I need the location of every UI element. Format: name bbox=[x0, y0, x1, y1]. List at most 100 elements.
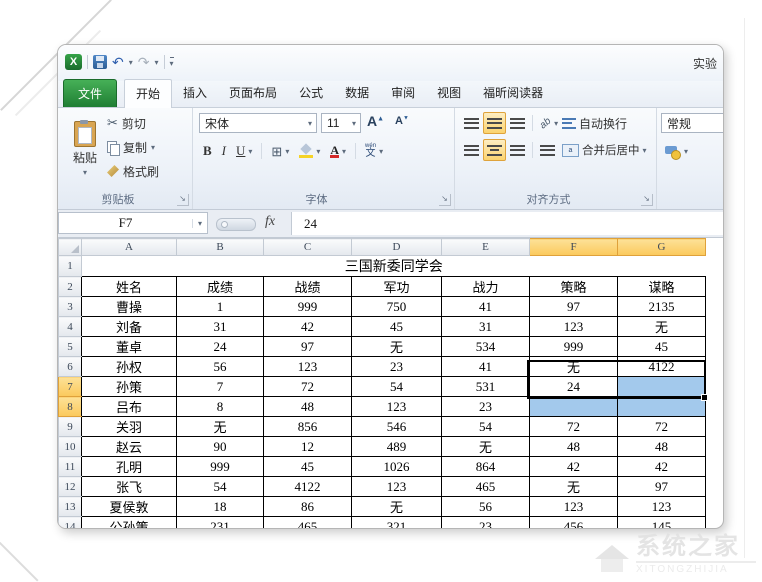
undo-dropdown-icon[interactable] bbox=[129, 58, 133, 67]
cell-D3[interactable]: 750 bbox=[352, 297, 442, 317]
column-header-G[interactable]: G bbox=[618, 239, 706, 256]
column-header-C[interactable]: C bbox=[264, 239, 352, 256]
column-header-A[interactable]: A bbox=[82, 239, 177, 256]
cell-E4[interactable]: 31 bbox=[442, 317, 530, 337]
cell-A11[interactable]: 孔明 bbox=[82, 457, 177, 477]
cell-G6[interactable]: 4122 bbox=[618, 357, 706, 377]
cell-F7[interactable]: 24 bbox=[530, 377, 618, 397]
font-color-dropdown-icon[interactable] bbox=[342, 147, 346, 156]
align-top-button[interactable] bbox=[460, 112, 483, 134]
cell-G12[interactable]: 97 bbox=[618, 477, 706, 497]
row-header-4[interactable]: 4 bbox=[59, 317, 82, 337]
cell-G7[interactable] bbox=[618, 377, 706, 397]
cell-E3[interactable]: 41 bbox=[442, 297, 530, 317]
cell-E10[interactable]: 无 bbox=[442, 437, 530, 457]
cell-B4[interactable]: 31 bbox=[177, 317, 264, 337]
italic-button[interactable]: I bbox=[218, 140, 230, 162]
column-header-F[interactable]: F bbox=[530, 239, 618, 256]
font-name-dropdown-icon[interactable] bbox=[304, 119, 316, 128]
cell-G14[interactable]: 145 bbox=[618, 517, 706, 530]
row-header-2[interactable]: 2 bbox=[59, 277, 82, 297]
cell-E8[interactable]: 23 bbox=[442, 397, 530, 417]
undo-button[interactable] bbox=[112, 56, 124, 68]
cell-F6[interactable]: 无 bbox=[530, 357, 618, 377]
cell-C10[interactable]: 12 bbox=[264, 437, 352, 457]
cell-D2[interactable]: 军功 bbox=[352, 277, 442, 297]
cell-C4[interactable]: 42 bbox=[264, 317, 352, 337]
tab-home[interactable]: 开始 bbox=[124, 79, 172, 108]
cell-A14[interactable]: 公孙策 bbox=[82, 517, 177, 530]
sheet-title-cell[interactable]: 三国新委同学会 bbox=[82, 256, 706, 277]
align-right-button[interactable] bbox=[506, 139, 529, 161]
underline-dropdown-icon[interactable] bbox=[248, 147, 252, 156]
font-color-button[interactable]: A bbox=[326, 140, 350, 162]
tab-review[interactable]: 审阅 bbox=[380, 79, 426, 107]
row-header-1[interactable]: 1 bbox=[59, 256, 82, 277]
cell-B14[interactable]: 231 bbox=[177, 517, 264, 530]
borders-button[interactable] bbox=[267, 140, 293, 162]
merge-center-button[interactable]: 合并后居中 bbox=[558, 139, 651, 161]
row-header-10[interactable]: 10 bbox=[59, 437, 82, 457]
cell-D4[interactable]: 45 bbox=[352, 317, 442, 337]
cell-B2[interactable]: 成绩 bbox=[177, 277, 264, 297]
redo-dropdown-icon[interactable] bbox=[154, 58, 158, 67]
increase-font-size-button[interactable]: A▲ bbox=[367, 113, 384, 129]
cell-D5[interactable]: 无 bbox=[352, 337, 442, 357]
cell-F11[interactable]: 42 bbox=[530, 457, 618, 477]
clipboard-dialog-launcher-icon[interactable] bbox=[177, 194, 189, 206]
row-header-9[interactable]: 9 bbox=[59, 417, 82, 437]
cell-G10[interactable]: 48 bbox=[618, 437, 706, 457]
font-dialog-launcher-icon[interactable] bbox=[439, 194, 451, 206]
cell-E2[interactable]: 战力 bbox=[442, 277, 530, 297]
cell-A2[interactable]: 姓名 bbox=[82, 277, 177, 297]
name-box-dropdown-icon[interactable] bbox=[192, 219, 207, 228]
cell-G3[interactable]: 2135 bbox=[618, 297, 706, 317]
cell-F2[interactable]: 策略 bbox=[530, 277, 618, 297]
cell-C7[interactable]: 72 bbox=[264, 377, 352, 397]
cell-C6[interactable]: 123 bbox=[264, 357, 352, 377]
cell-E6[interactable]: 41 bbox=[442, 357, 530, 377]
row-header-14[interactable]: 14 bbox=[59, 517, 82, 530]
save-button[interactable] bbox=[93, 55, 107, 69]
excel-logo-icon[interactable] bbox=[65, 54, 82, 70]
cell-B10[interactable]: 90 bbox=[177, 437, 264, 457]
cell-F3[interactable]: 97 bbox=[530, 297, 618, 317]
cell-E13[interactable]: 56 bbox=[442, 497, 530, 517]
cell-A10[interactable]: 赵云 bbox=[82, 437, 177, 457]
copy-dropdown-icon[interactable] bbox=[151, 143, 155, 152]
cell-A9[interactable]: 关羽 bbox=[82, 417, 177, 437]
cell-B5[interactable]: 24 bbox=[177, 337, 264, 357]
cell-A6[interactable]: 孙权 bbox=[82, 357, 177, 377]
cell-C8[interactable]: 48 bbox=[264, 397, 352, 417]
cell-C9[interactable]: 856 bbox=[264, 417, 352, 437]
fill-color-dropdown-icon[interactable] bbox=[316, 147, 320, 156]
row-header-12[interactable]: 12 bbox=[59, 477, 82, 497]
cell-E12[interactable]: 465 bbox=[442, 477, 530, 497]
cell-A13[interactable]: 夏侯敦 bbox=[82, 497, 177, 517]
cell-D14[interactable]: 321 bbox=[352, 517, 442, 530]
cell-C13[interactable]: 86 bbox=[264, 497, 352, 517]
paste-button[interactable]: 粘贴 bbox=[63, 112, 107, 186]
cell-B13[interactable]: 18 bbox=[177, 497, 264, 517]
phonetic-dropdown-icon[interactable] bbox=[379, 147, 383, 156]
tab-page-layout[interactable]: 页面布局 bbox=[218, 79, 288, 107]
cell-E7[interactable]: 531 bbox=[442, 377, 530, 397]
cell-A3[interactable]: 曹操 bbox=[82, 297, 177, 317]
cell-E14[interactable]: 23 bbox=[442, 517, 530, 530]
cell-D7[interactable]: 54 bbox=[352, 377, 442, 397]
decrease-indent-button[interactable] bbox=[536, 139, 559, 161]
cell-G2[interactable]: 谋略 bbox=[618, 277, 706, 297]
cell-A8[interactable]: 吕布 bbox=[82, 397, 177, 417]
row-header-6[interactable]: 6 bbox=[59, 357, 82, 377]
cell-F13[interactable]: 123 bbox=[530, 497, 618, 517]
cell-F4[interactable]: 123 bbox=[530, 317, 618, 337]
font-name-combo[interactable]: 宋体 bbox=[199, 113, 317, 133]
name-box[interactable]: F7 bbox=[58, 212, 208, 234]
format-painter-button[interactable]: 格式刷 bbox=[107, 161, 159, 181]
tab-insert[interactable]: 插入 bbox=[172, 79, 218, 107]
cell-D11[interactable]: 1026 bbox=[352, 457, 442, 477]
cell-B6[interactable]: 56 bbox=[177, 357, 264, 377]
cell-C5[interactable]: 97 bbox=[264, 337, 352, 357]
customize-qat-dropdown-icon[interactable] bbox=[170, 57, 174, 68]
wrap-text-button[interactable]: 自动换行 bbox=[558, 112, 631, 134]
